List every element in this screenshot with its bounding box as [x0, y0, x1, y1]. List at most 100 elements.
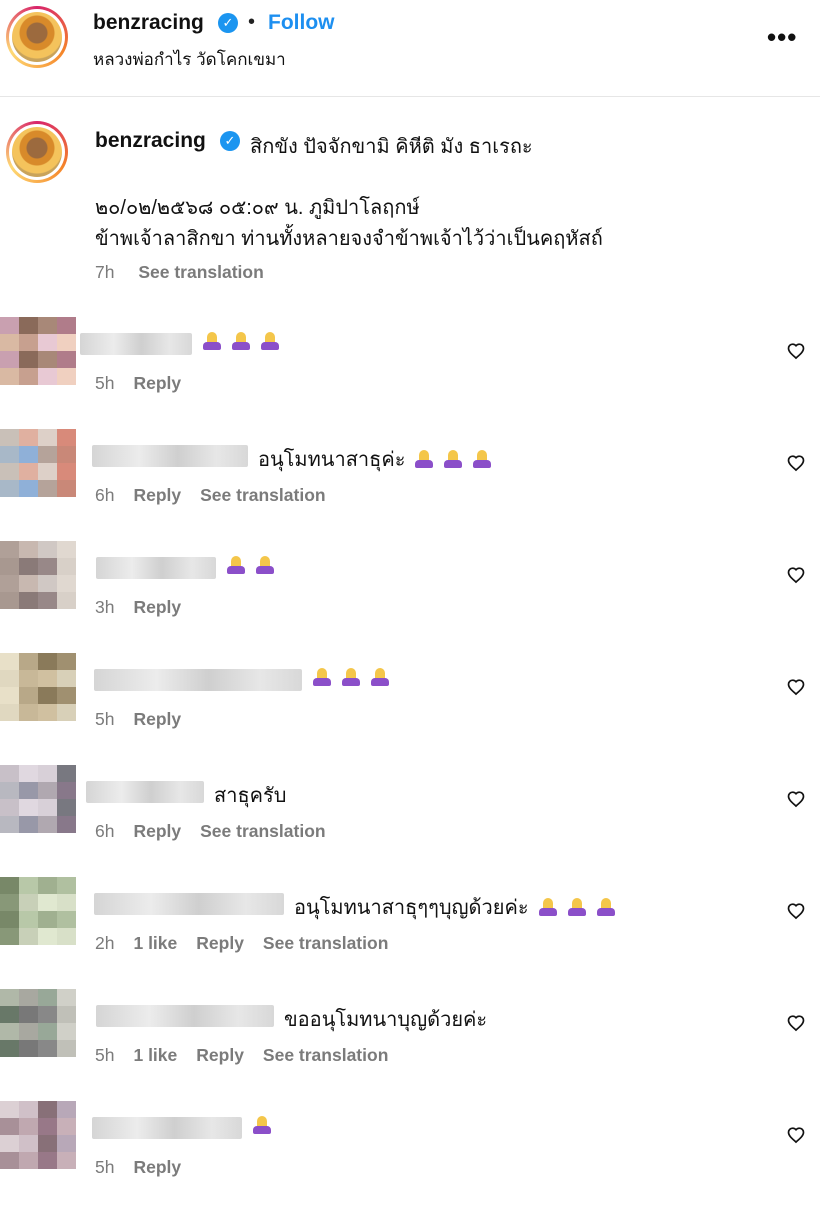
- see-translation-link[interactable]: See translation: [263, 1045, 388, 1065]
- comment-row: อนุโมทนาสาธุๆๆบุญด้วยค่ะ 2h 1 like Reply See…: [0, 877, 820, 989]
- folded-hands-icon: [252, 1116, 272, 1134]
- comment-time: 5h: [95, 1157, 115, 1177]
- verified-badge-icon: ✓: [220, 131, 240, 151]
- folded-hands-icon: [443, 450, 463, 468]
- see-translation-link[interactable]: See translation: [138, 262, 263, 282]
- caption-line-1: สิกขัง ปัจจักขามิ คิหีติ มัง ธาเรถะ: [250, 136, 533, 158]
- more-options-icon[interactable]: •••: [767, 22, 797, 53]
- comment-row: 5h Reply: [0, 317, 820, 429]
- like-heart-icon[interactable]: [786, 789, 806, 809]
- commenter-username-blurred[interactable]: [80, 333, 192, 355]
- reply-button[interactable]: Reply: [133, 1157, 181, 1177]
- follow-button[interactable]: Follow: [268, 11, 335, 35]
- location-subtitle[interactable]: หลวงพ่อกำไร วัดโคกเขมา: [93, 46, 286, 73]
- folded-hands-icon: [370, 668, 390, 686]
- comment-meta: 5h Reply: [95, 1157, 200, 1178]
- like-heart-icon[interactable]: [786, 1013, 806, 1033]
- folded-hands-icon: [538, 898, 558, 916]
- comment-meta: 6h Reply See translation: [95, 485, 345, 506]
- see-translation-link[interactable]: See translation: [200, 821, 325, 841]
- folded-hands-icon: [567, 898, 587, 916]
- caption-username[interactable]: benzracing: [95, 129, 206, 153]
- comment-row: ขออนุโมทนาบุญด้วยค่ะ 5h 1 like Reply See tra…: [0, 989, 820, 1101]
- comment-meta: 2h 1 like Reply See translation: [95, 933, 407, 954]
- comment-text: ขออนุโมทนาบุญด้วยค่ะ: [284, 1003, 487, 1035]
- verified-badge-icon: ✓: [218, 13, 238, 33]
- like-heart-icon[interactable]: [786, 1125, 806, 1145]
- commenter-username-blurred[interactable]: [94, 669, 302, 691]
- comment-time: 5h: [95, 709, 115, 729]
- commenter-avatar[interactable]: [0, 1101, 76, 1169]
- commenter-username-blurred[interactable]: [86, 781, 204, 803]
- reply-button[interactable]: Reply: [133, 485, 181, 505]
- reply-button[interactable]: Reply: [133, 821, 181, 841]
- commenter-avatar[interactable]: [0, 429, 76, 497]
- header-username[interactable]: benzracing: [93, 11, 204, 35]
- reply-button[interactable]: Reply: [133, 597, 181, 617]
- reply-button[interactable]: Reply: [133, 373, 181, 393]
- caption-line-3: ข้าพเจ้าลาสิกขา ท่านทั้งหลายจงจำข้าพเจ้า…: [95, 228, 603, 250]
- comment-text-content: อนุโมทนาสาธุค่ะ: [258, 449, 406, 471]
- comment-row: อนุโมทนาสาธุค่ะ 6h Reply See translation: [0, 429, 820, 541]
- reply-button[interactable]: Reply: [196, 933, 244, 953]
- like-heart-icon[interactable]: [786, 453, 806, 473]
- commenter-username-blurred[interactable]: [96, 557, 216, 579]
- comment-time: 6h: [95, 485, 115, 505]
- comment-row: สาธุครับ 6h Reply See translation: [0, 765, 820, 877]
- comment-text-content: อนุโมทนาสาธุๆๆบุญด้วยค่ะ: [294, 897, 529, 919]
- comment-text: สาธุครับ: [214, 779, 286, 811]
- comment-time: 2h: [95, 933, 115, 953]
- comment-likes[interactable]: 1 like: [133, 933, 177, 953]
- comment-time: 6h: [95, 821, 115, 841]
- reply-button[interactable]: Reply: [196, 1045, 244, 1065]
- comment-text: อนุโมทนาสาธุค่ะ: [258, 443, 492, 475]
- commenter-avatar[interactable]: [0, 541, 76, 609]
- folded-hands-icon: [255, 556, 275, 574]
- commenter-avatar[interactable]: [0, 877, 76, 945]
- caption-avatar[interactable]: [6, 121, 68, 183]
- commenter-username-blurred[interactable]: [94, 893, 284, 915]
- reply-button[interactable]: Reply: [133, 709, 181, 729]
- comment-text: [202, 331, 280, 354]
- folded-hands-icon: [472, 450, 492, 468]
- folded-hands-icon: [226, 556, 246, 574]
- folded-hands-icon: [341, 668, 361, 686]
- folded-hands-icon: [260, 332, 280, 350]
- commenter-username-blurred[interactable]: [96, 1005, 274, 1027]
- profile-avatar[interactable]: [6, 6, 68, 68]
- comment-time: 5h: [95, 373, 115, 393]
- comment-text: [312, 667, 390, 690]
- caption-line-2: ๒๐/๐๒/๒๕๖๘ ๐๕:๐๙ น. ภูมิปาโลฤกษ์: [95, 197, 420, 219]
- commenter-avatar[interactable]: [0, 989, 76, 1057]
- comment-time: 3h: [95, 597, 115, 617]
- commenter-avatar[interactable]: [0, 653, 76, 721]
- comment-likes[interactable]: 1 like: [133, 1045, 177, 1065]
- like-heart-icon[interactable]: [786, 565, 806, 585]
- comment-meta: 3h Reply: [95, 597, 200, 618]
- comment-meta: 5h 1 like Reply See translation: [95, 1045, 407, 1066]
- see-translation-link[interactable]: See translation: [200, 485, 325, 505]
- comment-text: [252, 1115, 272, 1138]
- commenter-avatar[interactable]: [0, 765, 76, 833]
- commenter-username-blurred[interactable]: [92, 1117, 242, 1139]
- comment-meta: 5h Reply: [95, 709, 200, 730]
- see-translation-link[interactable]: See translation: [263, 933, 388, 953]
- like-heart-icon[interactable]: [786, 677, 806, 697]
- caption-time: 7h: [95, 262, 115, 282]
- folded-hands-icon: [202, 332, 222, 350]
- like-heart-icon[interactable]: [786, 341, 806, 361]
- comment-meta: 6h Reply See translation: [95, 821, 345, 842]
- comment-time: 5h: [95, 1045, 115, 1065]
- caption-meta: 7h See translation: [95, 262, 283, 283]
- commenter-avatar[interactable]: [0, 317, 76, 385]
- separator-dot: •: [248, 11, 256, 33]
- comment-text: [226, 555, 275, 578]
- folded-hands-icon: [414, 450, 434, 468]
- comment-row: 5h Reply: [0, 653, 820, 765]
- comment-meta: 5h Reply: [95, 373, 200, 394]
- folded-hands-icon: [231, 332, 251, 350]
- commenter-username-blurred[interactable]: [92, 445, 248, 467]
- comment-row: 5h Reply: [0, 1101, 820, 1213]
- post-header: benzracing ✓ • Follow หลวงพ่อกำไร วัดโคก…: [0, 0, 820, 97]
- like-heart-icon[interactable]: [786, 901, 806, 921]
